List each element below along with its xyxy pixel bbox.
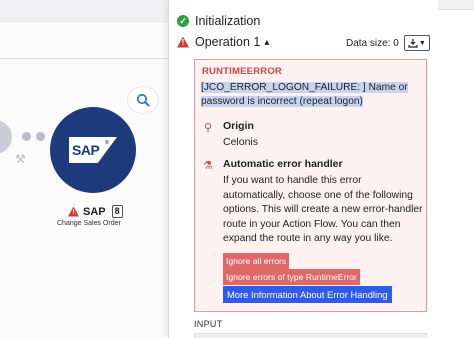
more-info-button[interactable]: More Information About Error Handling [223, 286, 392, 303]
node-subtitle: Change Sales Order [57, 220, 121, 227]
operation-label: Operation 1 [195, 35, 261, 49]
panel-margin-edge [438, 0, 474, 10]
scenario-canvas[interactable]: ⚒ SAP ® ! SAP 8 Change Sales Order [0, 0, 168, 338]
node-label[interactable]: ! SAP 8 [68, 205, 123, 218]
error-handler-icon: ⚗ [203, 160, 213, 172]
connection-dot [36, 132, 45, 141]
chevron-down-icon: ▼ [418, 39, 426, 47]
panel-margin [438, 0, 474, 338]
ignore-all-errors-button[interactable]: Ignore all errors [223, 253, 290, 269]
previous-module-node[interactable] [0, 120, 12, 154]
handler-title: Automatic error handler [223, 158, 343, 170]
data-size-label: Data size: 0 [346, 37, 399, 49]
handler-description: If you want to handle this error automat… [223, 175, 423, 245]
sap-logo-icon: SAP ® [69, 137, 117, 163]
canvas-divider [0, 58, 168, 59]
chevron-up-icon[interactable]: ▴ [264, 37, 269, 48]
operation-row[interactable]: ! Operation 1 ▴ [177, 35, 269, 49]
node-id-badge: 8 [111, 205, 123, 218]
origin-value: Celonis [223, 136, 259, 148]
node-title: SAP [83, 205, 106, 218]
download-button[interactable]: ▼ [403, 35, 430, 51]
check-circle-icon: ✓ [177, 15, 189, 27]
data-size-row: Data size: 0 ▼ [346, 35, 430, 51]
error-message[interactable]: [JCO_ERROR_LOGON_FAILURE: ] Name or pass… [201, 81, 413, 109]
sap-module-node[interactable]: SAP ® [50, 107, 136, 193]
input-section-label: INPUT [194, 319, 223, 329]
sap-logo-mark: ® [105, 140, 109, 146]
download-icon [408, 39, 418, 48]
warning-icon: ! [177, 36, 189, 48]
canvas-toolbar [0, 0, 168, 22]
input-section-bar[interactable] [194, 333, 427, 338]
search-icon [136, 93, 150, 107]
error-message-text: [JCO_ERROR_LOGON_FAILURE: ] Name or pass… [201, 82, 408, 107]
warning-icon: ! [68, 206, 79, 217]
sap-logo-text: SAP [72, 142, 100, 158]
connection-dot [22, 132, 31, 141]
inspect-bubble[interactable] [127, 86, 159, 114]
initialization-label: Initialization [195, 14, 261, 28]
location-pin-icon: ⚲ [204, 122, 213, 134]
origin-title: Origin [223, 120, 254, 132]
error-type: RUNTIMEERROR [202, 66, 282, 77]
ignore-runtime-errors-button[interactable]: Ignore errors of type RuntimeError [223, 269, 360, 285]
connection-line [22, 132, 45, 141]
initialization-row[interactable]: ✓ Initialization [177, 14, 260, 28]
route-settings-icon[interactable]: ⚒ [15, 152, 26, 166]
